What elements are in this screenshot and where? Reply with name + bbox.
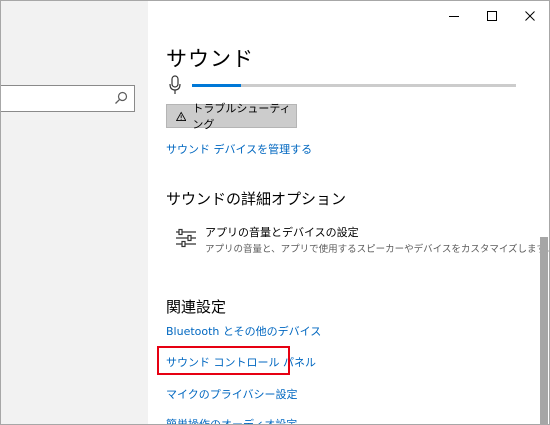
navigation-pane	[1, 1, 148, 424]
troubleshoot-button[interactable]: トラブルシューティング	[166, 102, 297, 131]
microphone-icon	[169, 75, 181, 94]
advanced-options-title: サウンドの詳細オプション	[166, 190, 347, 208]
mixer-sliders-icon	[176, 228, 196, 248]
search-icon	[115, 91, 128, 104]
maximize-icon	[487, 11, 497, 21]
maximize-button[interactable]	[473, 1, 511, 31]
scrollbar-thumb[interactable]	[540, 237, 548, 424]
ease-of-access-audio-link[interactable]: 簡単操作のオーディオ設定	[166, 416, 297, 424]
troubleshoot-label: トラブルシューティング	[192, 102, 291, 131]
microphone-privacy-link[interactable]: マイクのプライバシー設定	[166, 386, 298, 402]
close-button[interactable]	[511, 1, 549, 31]
manage-sound-devices-link[interactable]: サウンド デバイスを管理する	[166, 141, 312, 157]
bluetooth-devices-link[interactable]: Bluetooth とその他のデバイス	[166, 323, 321, 339]
minimize-icon	[449, 16, 459, 17]
warning-icon	[176, 111, 187, 121]
input-level-meter	[192, 84, 516, 87]
app-volume-settings-item[interactable]: アプリの音量とデバイスの設定 アプリの音量と、アプリで使用するスピーカーやデバイ…	[166, 223, 549, 259]
highlight-annotation	[157, 346, 290, 375]
close-icon	[525, 11, 535, 21]
minimize-button[interactable]	[435, 1, 473, 31]
settings-window: サウンド トラブルシューティング サウンド デバイスを管理する サウンドの詳細オ…	[0, 0, 550, 425]
window-controls	[435, 1, 549, 31]
app-volume-settings-title: アプリの音量とデバイスの設定	[205, 226, 359, 239]
app-volume-settings-description: アプリの音量と、アプリで使用するスピーカーやデバイスをカスタマイズします。	[205, 244, 550, 255]
search-input[interactable]	[1, 85, 135, 112]
content-pane: サウンド トラブルシューティング サウンド デバイスを管理する サウンドの詳細オ…	[148, 1, 549, 424]
input-level-fill	[192, 84, 241, 87]
page-title: サウンド	[166, 47, 254, 71]
related-settings-title: 関連設定	[166, 298, 227, 316]
